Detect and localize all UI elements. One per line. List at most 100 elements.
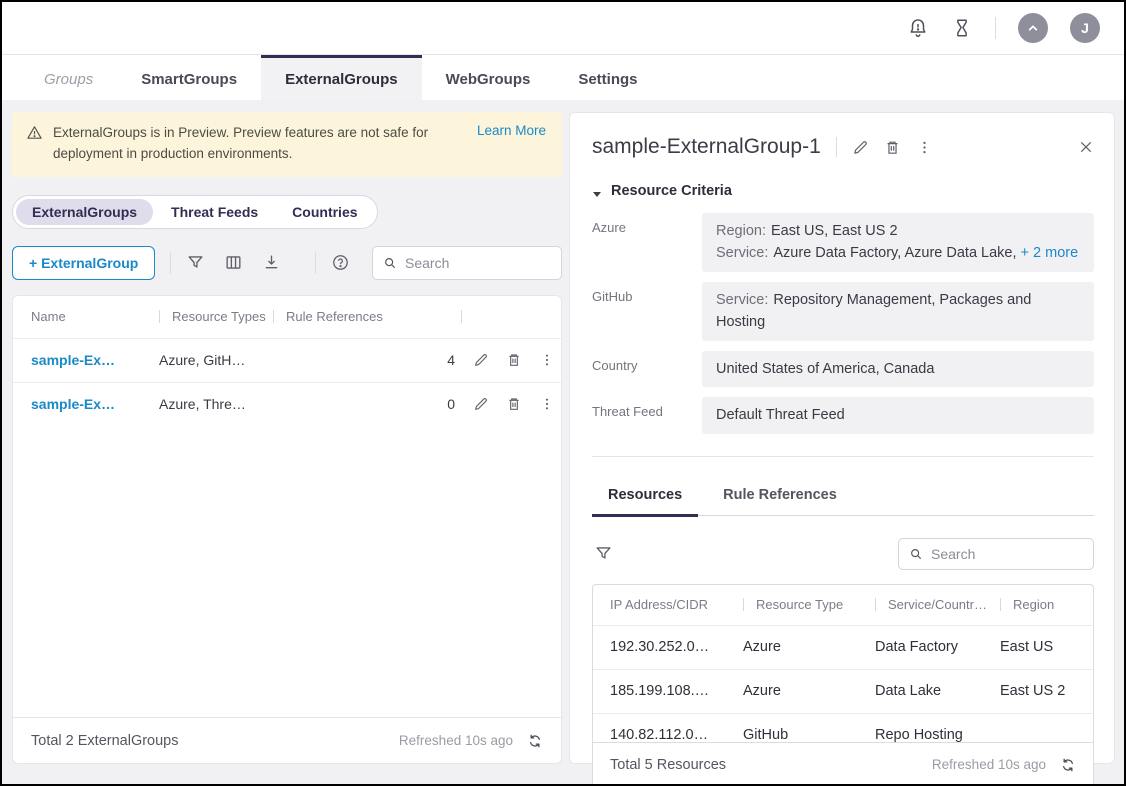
groups-toolbar: + ExternalGroup bbox=[12, 245, 562, 281]
column-rule-references[interactable]: Rule References bbox=[286, 309, 383, 324]
table-row[interactable]: 140.82.112.0… GitHub Repo Hosting bbox=[593, 713, 1093, 742]
criteria-label: Azure bbox=[592, 213, 688, 272]
refresh-icon[interactable] bbox=[527, 733, 543, 749]
criteria-value-box: Service:Repository Management, Packages … bbox=[702, 282, 1094, 341]
resources-refreshed-label: Refreshed 10s ago bbox=[932, 757, 1046, 772]
group-rule-references: 4 bbox=[273, 352, 461, 368]
column-service-country[interactable]: Service/Countr… bbox=[888, 597, 987, 612]
top-bar: J bbox=[2, 2, 1124, 55]
resources-toolbar bbox=[592, 538, 1094, 570]
more-kebab-icon[interactable] bbox=[539, 352, 555, 368]
content-area: ExternalGroups is in Preview. Preview fe… bbox=[2, 100, 1124, 784]
groups-total: Total 2 ExternalGroups bbox=[31, 733, 179, 749]
group-rule-references: 0 bbox=[273, 396, 461, 412]
preview-warning-banner: ExternalGroups is in Preview. Preview fe… bbox=[12, 112, 562, 177]
groups-refreshed-label: Refreshed 10s ago bbox=[399, 733, 513, 748]
header-divider bbox=[836, 137, 837, 157]
tab-rule-references[interactable]: Rule References bbox=[707, 483, 853, 517]
column-resource-types[interactable]: Resource Types bbox=[172, 309, 266, 324]
chevron-up-icon bbox=[1025, 20, 1041, 36]
delete-trash-icon[interactable] bbox=[506, 396, 522, 412]
tab-settings[interactable]: Settings bbox=[554, 55, 661, 100]
empty-table-area bbox=[13, 426, 561, 717]
detail-tab-bar: Resources Rule References bbox=[592, 483, 1094, 516]
group-detail-panel: sample-ExternalGroup-1 bbox=[569, 112, 1115, 764]
pill-countries[interactable]: Countries bbox=[276, 199, 373, 225]
search-icon bbox=[383, 256, 397, 270]
resources-search-input[interactable] bbox=[931, 546, 1083, 562]
caret-down-icon bbox=[592, 186, 602, 196]
more-kebab-icon[interactable] bbox=[916, 139, 933, 156]
table-row[interactable]: 185.199.108.… Azure Data Lake East US 2 bbox=[593, 669, 1093, 713]
table-row[interactable]: sample-Ex… Azure, GitH… 4 bbox=[13, 338, 561, 382]
group-name-link[interactable]: sample-Ex… bbox=[31, 396, 159, 412]
refresh-icon[interactable] bbox=[1060, 757, 1076, 773]
detail-header: sample-ExternalGroup-1 bbox=[592, 135, 1094, 159]
detail-title: sample-ExternalGroup-1 bbox=[592, 135, 821, 159]
add-externalgroup-button[interactable]: + ExternalGroup bbox=[12, 246, 155, 280]
groups-search bbox=[372, 246, 562, 280]
help-icon[interactable] bbox=[331, 253, 350, 272]
section-divider bbox=[592, 456, 1094, 457]
pending-tasks-hourglass-icon[interactable] bbox=[951, 17, 973, 39]
criteria-label: Threat Feed bbox=[592, 397, 688, 433]
groups-table-footer: Total 2 ExternalGroups Refreshed 10s ago bbox=[13, 717, 561, 763]
edit-pencil-icon[interactable] bbox=[473, 352, 489, 368]
group-resource-types: Azure, GitH… bbox=[159, 352, 273, 368]
column-name[interactable]: Name bbox=[31, 309, 66, 324]
column-ip-cidr[interactable]: IP Address/CIDR bbox=[610, 597, 708, 612]
table-row[interactable]: sample-Ex… Azure, Thre… 0 bbox=[13, 382, 561, 426]
criteria-label: GitHub bbox=[592, 282, 688, 341]
groups-table-header: Name Resource Types Rule References bbox=[13, 296, 561, 338]
close-icon[interactable] bbox=[1078, 139, 1094, 155]
banner-text: ExternalGroups is in Preview. Preview fe… bbox=[53, 123, 443, 165]
resources-table-header: IP Address/CIDR Resource Type Service/Co… bbox=[593, 585, 1093, 625]
tab-smartgroups[interactable]: SmartGroups bbox=[117, 55, 261, 100]
resources-search bbox=[898, 538, 1094, 570]
group-type-switcher: ExternalGroups Threat Feeds Countries bbox=[12, 195, 378, 229]
criteria-list: Azure Region:East US, East US 2 Service:… bbox=[592, 213, 1094, 434]
groups-search-input[interactable] bbox=[405, 255, 551, 271]
scroll-top-button[interactable] bbox=[1018, 13, 1048, 43]
toolbar-divider bbox=[170, 252, 171, 274]
user-avatar[interactable]: J bbox=[1070, 13, 1100, 43]
search-icon bbox=[909, 547, 923, 561]
tab-resources[interactable]: Resources bbox=[592, 483, 698, 517]
resources-table-footer: Total 5 Resources Refreshed 10s ago bbox=[592, 742, 1094, 786]
edit-pencil-icon[interactable] bbox=[473, 396, 489, 412]
app-window: J Groups SmartGroups ExternalGroups WebG… bbox=[0, 0, 1126, 786]
tab-externalgroups[interactable]: ExternalGroups bbox=[261, 55, 422, 100]
tab-webgroups[interactable]: WebGroups bbox=[422, 55, 555, 100]
section-title: Resource Criteria bbox=[611, 183, 732, 199]
main-tab-bar: Groups SmartGroups ExternalGroups WebGro… bbox=[2, 55, 1124, 100]
notifications-bell-icon[interactable] bbox=[907, 17, 929, 39]
criteria-value-box: United States of America, Canada bbox=[702, 351, 1094, 387]
download-icon[interactable] bbox=[262, 253, 281, 272]
more-criteria-link[interactable]: + 2 more bbox=[1021, 245, 1079, 261]
filter-icon[interactable] bbox=[186, 253, 205, 272]
more-kebab-icon[interactable] bbox=[539, 396, 555, 412]
delete-trash-icon[interactable] bbox=[506, 352, 522, 368]
column-resource-type[interactable]: Resource Type bbox=[756, 597, 843, 612]
table-row[interactable]: 192.30.252.0… Azure Data Factory East US bbox=[593, 625, 1093, 669]
edit-pencil-icon[interactable] bbox=[852, 139, 869, 156]
groups-list-column: ExternalGroups is in Preview. Preview fe… bbox=[12, 112, 562, 764]
resource-criteria-toggle[interactable]: Resource Criteria bbox=[592, 183, 1094, 199]
pill-threat-feeds[interactable]: Threat Feeds bbox=[155, 199, 274, 225]
criteria-label: Country bbox=[592, 351, 688, 387]
filter-icon[interactable] bbox=[594, 544, 613, 563]
columns-icon[interactable] bbox=[224, 253, 243, 272]
warning-icon bbox=[26, 124, 43, 141]
pill-externalgroups[interactable]: ExternalGroups bbox=[16, 199, 153, 225]
column-region[interactable]: Region bbox=[1013, 597, 1054, 612]
learn-more-link[interactable]: Learn More bbox=[477, 123, 546, 138]
criteria-value-box: Region:East US, East US 2 Service:Azure … bbox=[702, 213, 1094, 272]
criteria-value-box: Default Threat Feed bbox=[702, 397, 1094, 433]
toolbar-divider bbox=[315, 252, 316, 274]
resources-table: IP Address/CIDR Resource Type Service/Co… bbox=[592, 584, 1094, 742]
topbar-divider bbox=[995, 17, 996, 39]
group-name-link[interactable]: sample-Ex… bbox=[31, 352, 159, 368]
resources-total: Total 5 Resources bbox=[610, 757, 726, 773]
delete-trash-icon[interactable] bbox=[884, 139, 901, 156]
tab-groups[interactable]: Groups bbox=[20, 55, 117, 100]
